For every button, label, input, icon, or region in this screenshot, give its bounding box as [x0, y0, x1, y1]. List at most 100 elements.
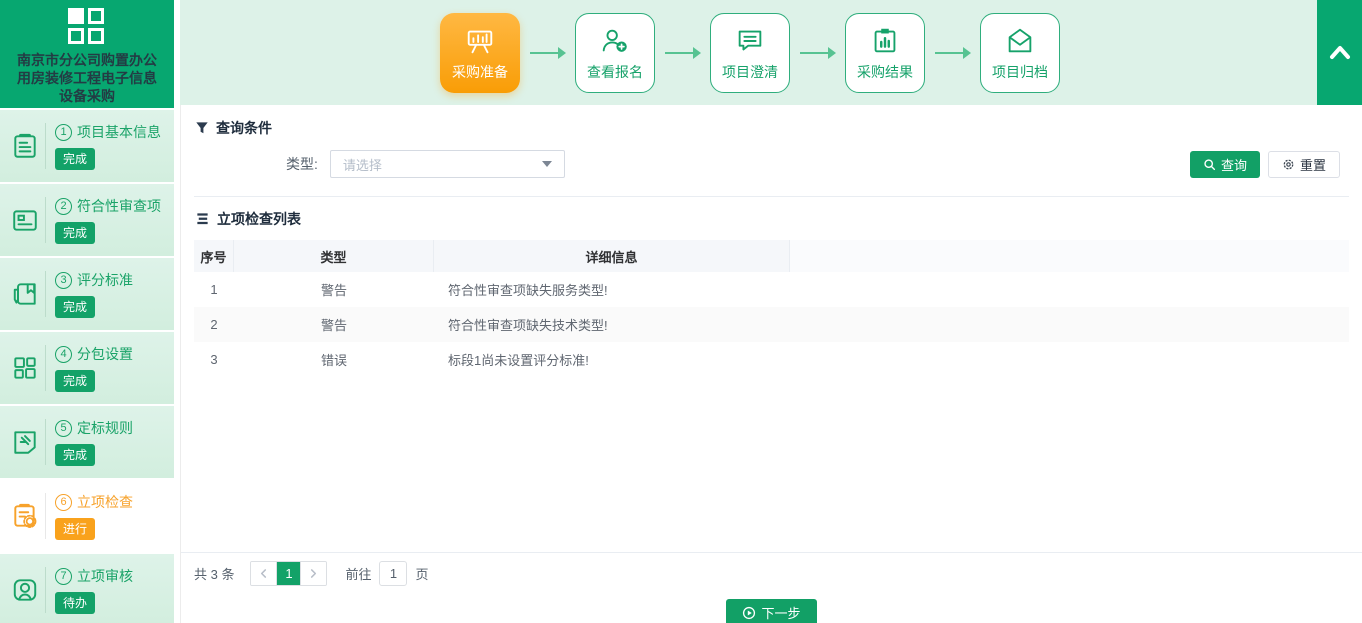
sidebar-item-project-audit[interactable]: 7 立项审核 待办 — [0, 554, 174, 623]
filter-section-title: 查询条件 — [216, 118, 272, 138]
goto-label: 前往 — [345, 564, 371, 583]
cell-detail: 标段1尚未设置评分标准! — [434, 342, 790, 377]
type-select[interactable]: 请选择 — [330, 150, 565, 178]
book-pen-icon — [8, 280, 42, 308]
step-label: 采购结果 — [857, 62, 913, 82]
table-row: 2 警告 符合性审查项缺失技术类型! — [194, 307, 1349, 342]
chart-board-icon — [464, 25, 496, 57]
person-add-icon — [599, 25, 631, 57]
arrow-right-icon — [925, 46, 980, 60]
status-badge: 完成 — [55, 296, 95, 318]
status-badge: 进行 — [55, 518, 95, 540]
clipboard-gear-icon — [8, 502, 42, 530]
select-placeholder: 请选择 — [343, 155, 382, 174]
sidebar-item-label: 立项审核 — [77, 566, 133, 586]
page-number-button[interactable]: 1 — [276, 562, 301, 585]
arrow-right-icon — [655, 46, 710, 60]
arrow-right-icon — [790, 46, 845, 60]
type-label: 类型: — [286, 154, 318, 174]
sidebar-item-scoring-standard[interactable]: 3评分标准 完成 — [0, 258, 174, 330]
sidebar-item-label: 定标规则 — [77, 418, 133, 438]
cell-index: 1 — [194, 272, 234, 307]
step-number: 4 — [55, 346, 72, 363]
play-circle-icon — [742, 606, 756, 620]
cell-detail: 符合性审查项缺失技术类型! — [434, 307, 790, 342]
next-step-button[interactable]: 下一步 — [726, 599, 816, 623]
check-list-table: 序号 类型 详细信息 1 警告 符合性审查项缺失服务类型! 2 警告 符合性审查… — [194, 240, 1349, 377]
id-card-icon — [8, 206, 42, 234]
clipboard-chart-icon — [869, 25, 901, 57]
table-header: 序号 类型 详细信息 — [194, 240, 1349, 272]
project-title: 南京市分公司购置办公用房装修工程电子信息设备采购 — [14, 51, 160, 105]
step-label: 项目归档 — [992, 62, 1048, 82]
main-content: 查询条件 类型: 请选择 查询 重置 — [180, 105, 1362, 623]
sidebar-item-label: 立项检查 — [77, 492, 133, 512]
cell-detail: 符合性审查项缺失服务类型! — [434, 272, 790, 307]
cell-type: 错误 — [234, 342, 434, 377]
status-badge: 完成 — [55, 148, 95, 170]
reset-button[interactable]: 重置 — [1268, 151, 1340, 178]
table-empty-area — [181, 377, 1362, 552]
chevron-down-icon — [542, 161, 552, 167]
cell-index: 3 — [194, 342, 234, 377]
funnel-icon — [195, 121, 209, 135]
status-badge: 完成 — [55, 222, 95, 244]
step-label: 项目澄清 — [722, 62, 778, 82]
cell-index: 2 — [194, 307, 234, 342]
cell-type: 警告 — [234, 307, 434, 342]
search-button[interactable]: 查询 — [1190, 151, 1260, 178]
column-header-detail: 详细信息 — [434, 240, 790, 272]
chat-bubble-icon — [734, 25, 766, 57]
step-procure-prepare[interactable]: 采购准备 — [440, 13, 520, 93]
prev-page-button[interactable] — [251, 562, 276, 585]
sidebar-item-basic-info[interactable]: 1项目基本信息 完成 — [0, 110, 174, 182]
sidebar-item-award-rule[interactable]: 5 定标规则 完成 — [0, 406, 174, 478]
step-procure-result[interactable]: 采购结果 — [845, 13, 925, 93]
chevron-left-icon — [259, 568, 268, 579]
chevron-right-icon — [309, 568, 318, 579]
column-header-type: 类型 — [234, 240, 434, 272]
step-number: 5 — [55, 420, 72, 437]
sidebar-item-package-setting[interactable]: 4 分包设置 完成 — [0, 332, 174, 404]
collapse-topbar-button[interactable] — [1317, 0, 1362, 105]
sidebar-item-label: 符合性审查项 — [77, 196, 161, 216]
chevron-up-icon — [1328, 44, 1352, 61]
cell-type: 警告 — [234, 272, 434, 307]
search-icon — [1203, 158, 1216, 171]
goto-page-input[interactable] — [379, 561, 407, 586]
gavel-doc-icon — [8, 428, 42, 456]
step-project-archive[interactable]: 项目归档 — [980, 13, 1060, 93]
status-badge: 待办 — [55, 592, 95, 614]
pagination: 共 3 条 1 前往 页 — [181, 553, 1362, 593]
table-row: 3 错误 标段1尚未设置评分标准! — [194, 342, 1349, 377]
project-header: 南京市分公司购置办公用房装修工程电子信息设备采购 — [0, 0, 174, 108]
person-box-icon — [8, 576, 42, 604]
step-view-signup[interactable]: 查看报名 — [575, 13, 655, 93]
filter-row: 类型: 请选择 查询 重置 — [181, 150, 1362, 178]
status-badge: 完成 — [55, 370, 95, 392]
list-section-header: 立项检查列表 — [181, 197, 1362, 229]
app-grid-icon — [68, 8, 106, 46]
sidebar-item-label: 分包设置 — [77, 344, 133, 364]
list-section-title: 立项检查列表 — [217, 209, 301, 229]
column-header-index: 序号 — [194, 240, 234, 272]
step-number: 3 — [55, 272, 72, 289]
list-icon — [195, 212, 210, 226]
table-row: 1 警告 符合性审查项缺失服务类型! — [194, 272, 1349, 307]
step-label: 采购准备 — [452, 62, 508, 82]
workflow-steps: 采购准备 查看报名 — [440, 13, 1060, 93]
arrow-right-icon — [520, 46, 575, 60]
total-count: 共 3 条 — [194, 564, 234, 583]
status-badge: 完成 — [55, 444, 95, 466]
envelope-icon — [1004, 25, 1036, 57]
next-page-button[interactable] — [301, 562, 326, 585]
filter-section-header: 查询条件 — [181, 105, 1362, 138]
step-number: 2 — [55, 198, 72, 215]
sidebar-item-label: 项目基本信息 — [77, 122, 161, 142]
sidebar-item-conformity-review[interactable]: 2 符合性审查项 完成 — [0, 184, 174, 256]
step-number: 7 — [55, 568, 72, 585]
pager: 1 — [250, 561, 327, 586]
sidebar-item-project-check[interactable]: 6立项检查 进行 — [0, 480, 174, 552]
step-project-clarify[interactable]: 项目澄清 — [710, 13, 790, 93]
workflow-topbar: 采购准备 查看报名 — [180, 0, 1317, 105]
